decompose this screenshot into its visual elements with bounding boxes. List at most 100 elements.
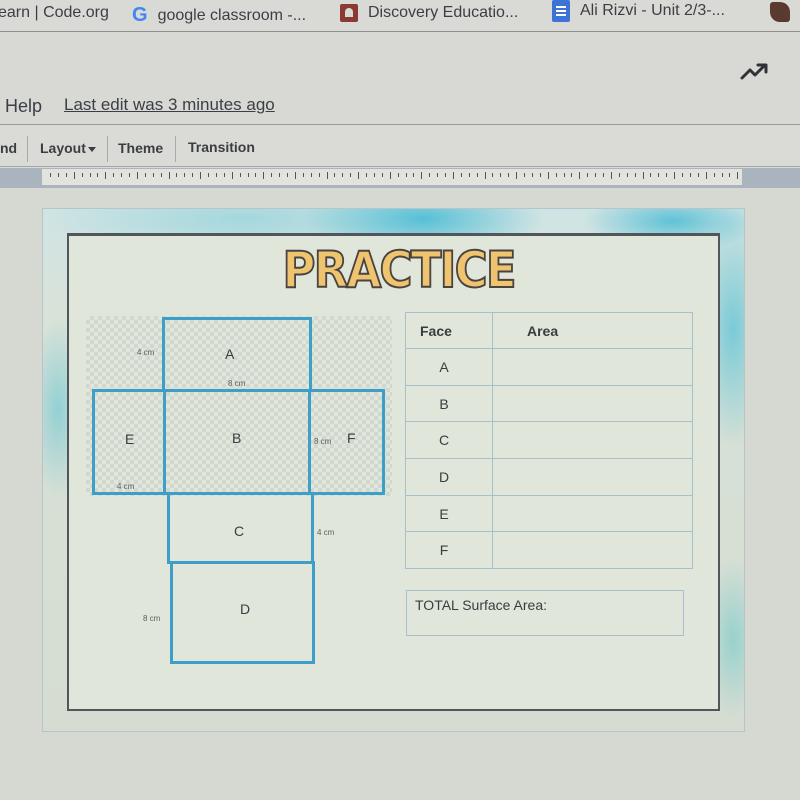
ruler-tick — [302, 173, 304, 177]
area-cell[interactable] — [492, 421, 693, 460]
ruler-tick — [737, 172, 739, 179]
ruler-tick — [452, 172, 454, 179]
area-cell[interactable] — [492, 348, 693, 386]
ruler-tick — [223, 173, 225, 177]
table-row: E — [405, 494, 693, 533]
ruler-tick — [682, 173, 683, 177]
toolbar-background-button[interactable]: nd — [0, 140, 17, 156]
ruler-tick — [397, 173, 399, 177]
ruler-tick — [571, 173, 573, 177]
ruler-tick — [81, 173, 83, 177]
ruler-tick — [342, 173, 344, 177]
last-edit-link[interactable]: Last edit was 3 minutes ago — [64, 95, 275, 115]
ruler-tick — [57, 173, 59, 177]
ruler-tick — [176, 173, 178, 177]
ruler-bar — [0, 168, 800, 188]
header-divider — [0, 124, 800, 125]
ruler-tick — [405, 173, 407, 177]
ruler-tick — [713, 173, 715, 177]
ruler-tick — [468, 173, 470, 177]
ruler-tick — [381, 173, 383, 177]
ruler-tick — [555, 173, 557, 177]
ruler-tick — [239, 173, 241, 177]
ruler-tick — [563, 173, 565, 177]
ruler-tick — [358, 172, 360, 179]
slide-title[interactable]: PRACTICE — [282, 240, 518, 300]
bookmark-google-classroom[interactable]: G google classroom -... — [132, 4, 306, 27]
total-surface-area-box[interactable]: TOTAL Surface Area: — [406, 590, 684, 636]
ruler-tick — [531, 173, 533, 177]
ruler-tick — [89, 173, 91, 177]
ruler-tick — [595, 173, 597, 177]
ruler-tick — [721, 173, 723, 177]
ruler-tick — [152, 173, 154, 177]
net-face-b[interactable] — [163, 389, 311, 495]
net-face-a[interactable] — [162, 317, 312, 392]
ruler-tick — [524, 173, 525, 177]
face-cell: C — [405, 421, 493, 460]
ruler-tick — [129, 173, 130, 177]
net-face-c[interactable] — [167, 492, 314, 564]
ruler-tick — [587, 173, 589, 177]
face-cell: A — [405, 348, 493, 386]
ruler-tick — [484, 172, 486, 179]
ruler-tick — [255, 173, 257, 177]
ruler-tick — [215, 173, 217, 177]
ruler-tick — [437, 173, 439, 177]
toolbar-theme-button[interactable]: Theme — [118, 140, 163, 156]
area-cell[interactable] — [492, 494, 693, 533]
toolbar-separator — [175, 136, 176, 162]
toolbar-transition-button[interactable]: Transition — [188, 139, 255, 155]
toolbar: nd Layout Theme Transition — [0, 126, 800, 168]
ruler-tick — [460, 173, 462, 177]
toolbar-separator — [107, 136, 108, 162]
ruler-tick — [294, 172, 296, 179]
menu-help[interactable]: Help — [5, 96, 42, 117]
ruler-tick — [610, 172, 612, 179]
ruler-tick — [618, 173, 620, 177]
toolbar-label: nd — [0, 140, 18, 156]
face-cell: F — [405, 531, 493, 570]
ruler-tick — [310, 173, 312, 177]
ruler-tick — [413, 173, 415, 177]
area-cell[interactable] — [492, 384, 693, 423]
toolbar-layout-button[interactable]: Layout — [40, 140, 96, 156]
ruler-tick — [271, 173, 273, 177]
ruler-tick — [603, 173, 604, 177]
ruler-tick — [263, 172, 265, 179]
ruler-tick — [492, 173, 494, 177]
toolbar-label: Transition — [188, 139, 255, 155]
toolbar-label: Layout — [40, 140, 86, 156]
ruler-tick — [729, 173, 731, 177]
net-face-d[interactable] — [170, 561, 315, 664]
google-docs-icon — [552, 0, 570, 22]
bookmark-code-org[interactable]: earn | Code.org — [0, 4, 109, 22]
table-row: D — [405, 458, 693, 496]
horizontal-ruler[interactable] — [42, 169, 742, 185]
area-table: Face Area A B C D E F — [405, 312, 693, 570]
ruler-tick — [318, 173, 320, 177]
bookmark-label: earn | Code.org — [0, 4, 109, 21]
ruler-tick — [208, 173, 209, 177]
ruler-tick — [136, 172, 138, 179]
ruler-tick — [231, 172, 233, 179]
bookmark-discovery-education[interactable]: Discovery Educatio... — [340, 4, 518, 22]
ruler-tick — [697, 173, 699, 177]
ruler-tick — [689, 173, 691, 177]
ruler-tick — [642, 172, 644, 179]
ruler-tick — [200, 172, 202, 179]
area-cell[interactable] — [492, 458, 693, 496]
toolbar-separator — [27, 136, 28, 162]
extension-icon[interactable] — [770, 2, 790, 22]
trending-up-icon[interactable] — [740, 62, 770, 82]
face-cell: E — [405, 494, 493, 533]
ruler-tick — [650, 173, 652, 177]
face-cell: D — [405, 458, 493, 496]
ruler-tick — [73, 172, 75, 179]
area-cell[interactable] — [492, 531, 693, 570]
table-header-row: Face Area — [405, 312, 693, 349]
ruler-tick — [366, 173, 367, 177]
bookmark-ali-rizvi-doc[interactable]: Ali Rizvi - Unit 2/3-... — [552, 0, 725, 22]
ruler-tick — [65, 173, 67, 177]
ruler-tick — [445, 173, 446, 177]
